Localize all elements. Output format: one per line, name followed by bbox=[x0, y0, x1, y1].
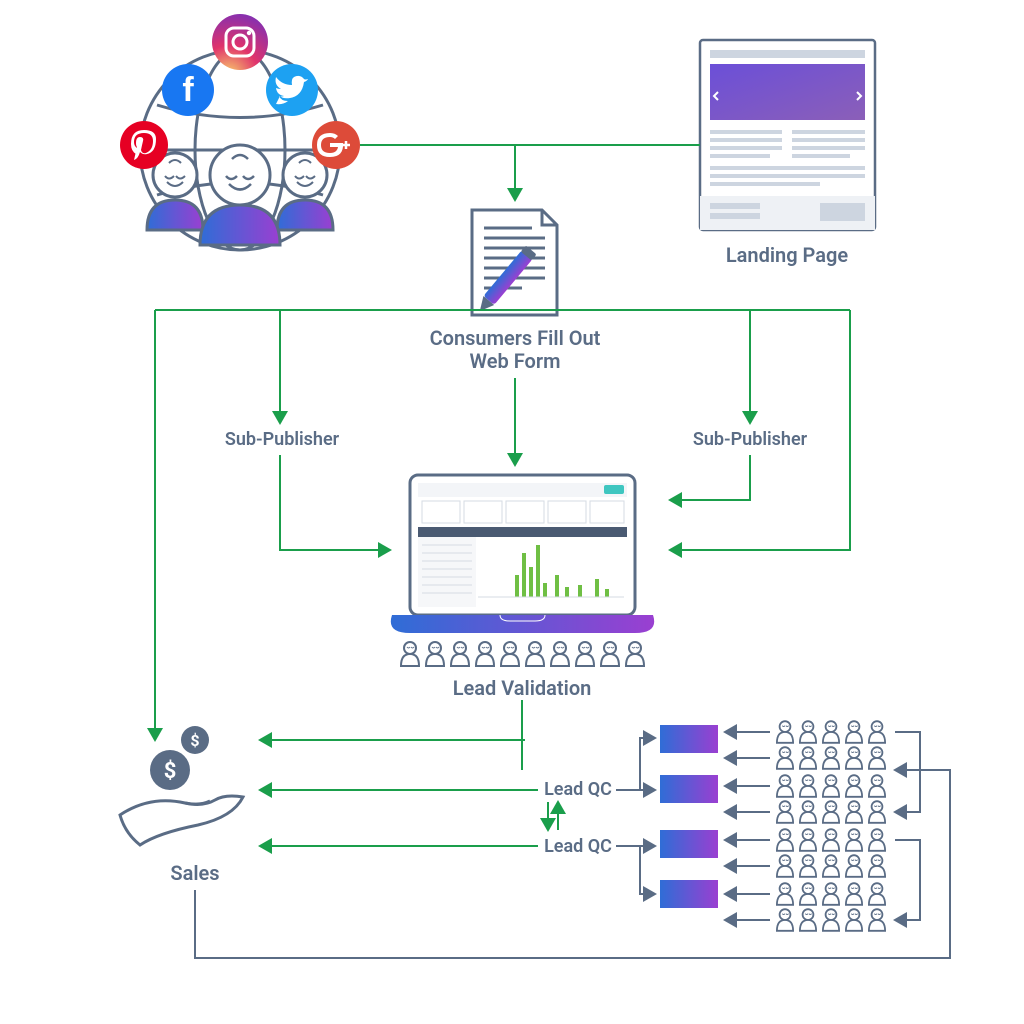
person-icon bbox=[869, 829, 885, 851]
person-icon bbox=[869, 855, 885, 877]
consumer-people-grid bbox=[777, 721, 885, 931]
web-form-label-2: Web Form bbox=[470, 349, 561, 373]
person-icon bbox=[823, 855, 839, 877]
person-icon bbox=[869, 775, 885, 797]
social-sources-group: f bbox=[120, 14, 360, 250]
instagram-icon bbox=[212, 14, 268, 70]
person-icon bbox=[823, 829, 839, 851]
person-icon bbox=[451, 642, 469, 666]
person-icon bbox=[869, 801, 885, 823]
person-icon bbox=[823, 909, 839, 931]
diagram-root: f bbox=[0, 0, 1024, 1024]
person-icon bbox=[576, 642, 594, 666]
googleplus-icon bbox=[312, 121, 360, 169]
person-icon bbox=[846, 883, 862, 905]
person-icon bbox=[626, 642, 644, 666]
sales-label: Sales bbox=[170, 861, 219, 885]
person-icon bbox=[800, 855, 816, 877]
person-icon bbox=[823, 775, 839, 797]
person-icon bbox=[846, 829, 862, 851]
twitter-icon bbox=[266, 64, 318, 116]
landing-page-label: Landing Page bbox=[726, 243, 849, 267]
validation-team-icon bbox=[401, 642, 644, 666]
person-icon bbox=[777, 883, 793, 905]
person-icon bbox=[800, 721, 816, 743]
person-icon bbox=[869, 747, 885, 769]
qc-consumer-groups bbox=[660, 725, 718, 908]
lead-qc-1-label: Lead QC bbox=[544, 779, 612, 800]
person-icon bbox=[551, 642, 569, 666]
person-icon bbox=[846, 909, 862, 931]
person-icon bbox=[426, 642, 444, 666]
sub-publisher-right-label: Sub-Publisher bbox=[693, 429, 808, 450]
person-icon bbox=[869, 883, 885, 905]
person-icon bbox=[823, 801, 839, 823]
pinterest-icon bbox=[120, 121, 168, 169]
svg-text:$: $ bbox=[164, 759, 177, 784]
lead-qc-2-label: Lead QC bbox=[544, 836, 612, 857]
person-icon bbox=[800, 775, 816, 797]
person-icon bbox=[777, 855, 793, 877]
lead-validation-label: Lead Validation bbox=[453, 676, 592, 700]
person-icon bbox=[823, 747, 839, 769]
svg-text:$: $ bbox=[190, 731, 199, 750]
person-icon bbox=[869, 721, 885, 743]
person-icon bbox=[777, 801, 793, 823]
person-icon bbox=[501, 642, 519, 666]
svg-text:f: f bbox=[182, 71, 194, 109]
person-icon bbox=[846, 855, 862, 877]
person-icon bbox=[800, 829, 816, 851]
person-icon bbox=[777, 721, 793, 743]
web-form-icon bbox=[472, 210, 557, 316]
person-icon bbox=[800, 747, 816, 769]
person-icon bbox=[800, 909, 816, 931]
person-icon bbox=[777, 909, 793, 931]
sub-publisher-left-label: Sub-Publisher bbox=[225, 429, 340, 450]
person-icon bbox=[476, 642, 494, 666]
lead-validation-laptop bbox=[391, 475, 654, 633]
person-icon bbox=[777, 775, 793, 797]
person-icon bbox=[601, 642, 619, 666]
person-icon bbox=[869, 909, 885, 931]
facebook-icon: f bbox=[162, 64, 214, 116]
person-icon bbox=[846, 747, 862, 769]
sales-icon: $ $ bbox=[120, 726, 243, 845]
person-icon bbox=[800, 883, 816, 905]
landing-page-icon bbox=[700, 40, 875, 230]
person-icon bbox=[846, 801, 862, 823]
person-icon bbox=[846, 721, 862, 743]
person-icon bbox=[823, 883, 839, 905]
person-icon bbox=[777, 747, 793, 769]
web-form-label-1: Consumers Fill Out bbox=[430, 326, 601, 350]
person-icon bbox=[401, 642, 419, 666]
person-icon bbox=[800, 801, 816, 823]
person-icon bbox=[846, 775, 862, 797]
person-icon bbox=[823, 721, 839, 743]
person-icon bbox=[526, 642, 544, 666]
audience-users-icon bbox=[147, 145, 333, 245]
person-icon bbox=[777, 829, 793, 851]
